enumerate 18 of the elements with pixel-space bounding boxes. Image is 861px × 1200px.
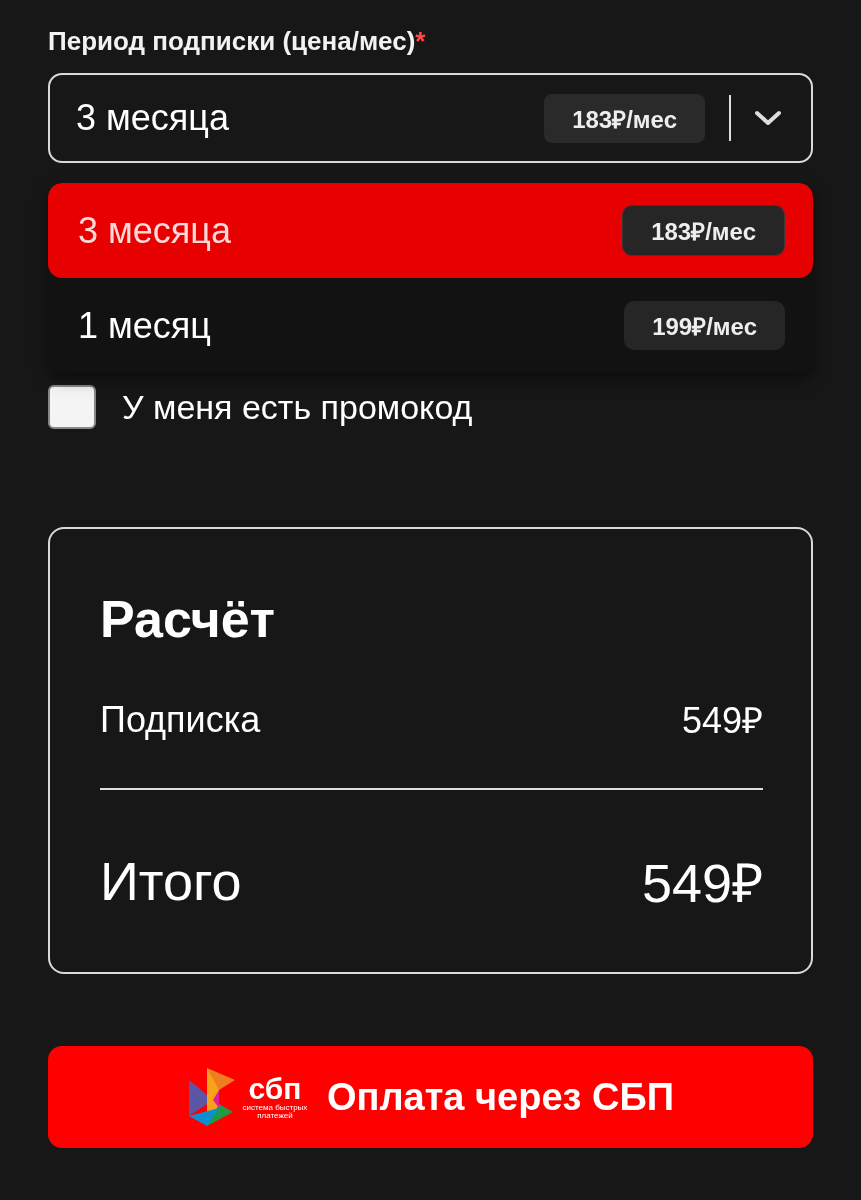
period-select[interactable]: 3 месяца 183₽/мес (48, 73, 813, 163)
row-value: 549₽ (681, 699, 763, 743)
promo-checkbox[interactable] (48, 385, 96, 429)
card-title: Расчёт (100, 589, 277, 649)
select-value: 3 месяца (76, 97, 230, 139)
dropdown-option[interactable]: 1 месяц 199₽/мес (48, 278, 813, 373)
logo-name: сбп (247, 1074, 302, 1104)
field-label: Период подписки (цена/мес)* (48, 26, 427, 57)
total-value: 549₽ (641, 852, 763, 915)
total-label: Итого (100, 850, 242, 912)
price-badge: 183₽/мес (544, 93, 705, 143)
required-mark: * (415, 26, 426, 57)
triangle-logo-icon (186, 1066, 237, 1128)
dropdown-option[interactable]: 3 месяца 183₽/мес (48, 183, 813, 278)
chevron-down-icon (753, 108, 783, 128)
row-label: Подписка (100, 698, 261, 741)
checkbox-label: У меня есть промокод (122, 387, 473, 427)
logo-caption: система быстрых платежей (241, 1104, 309, 1120)
